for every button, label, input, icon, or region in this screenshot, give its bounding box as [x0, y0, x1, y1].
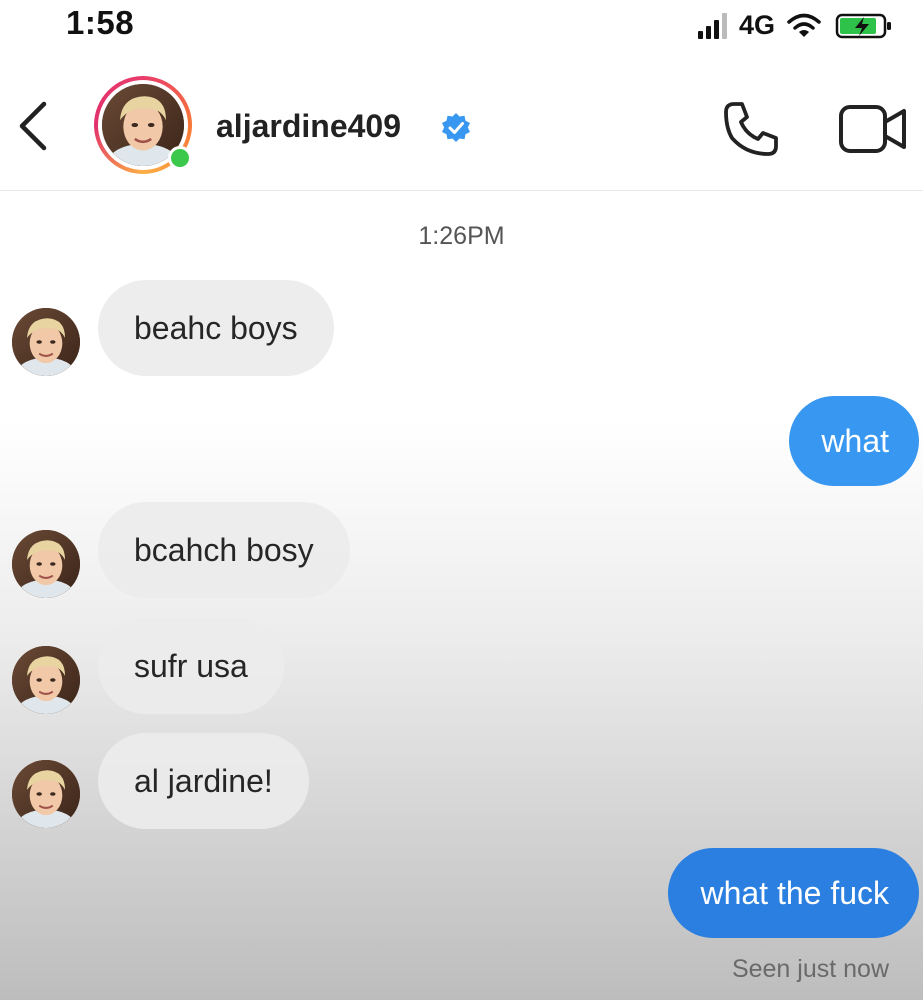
- back-arrow-icon[interactable]: [14, 98, 54, 154]
- sender-avatar[interactable]: [12, 760, 80, 828]
- outgoing-message[interactable]: what the fuck: [668, 848, 919, 938]
- incoming-message[interactable]: al jardine!: [98, 733, 309, 829]
- chat-header: aljardine409: [0, 62, 923, 191]
- signal-icon: [697, 12, 727, 39]
- incoming-message[interactable]: sufr usa: [98, 618, 284, 714]
- seen-status: Seen just now: [731, 955, 889, 983]
- status-time: 1:58: [66, 4, 135, 41]
- online-status-dot: [168, 146, 192, 170]
- message-timestamp: 1:26PM: [418, 222, 505, 250]
- network-label: 4G: [738, 10, 775, 40]
- sender-avatar[interactable]: [12, 646, 80, 714]
- sender-avatar[interactable]: [12, 530, 80, 598]
- status-bar: 1:58 4G: [0, 0, 923, 60]
- username[interactable]: aljardine409: [216, 108, 401, 145]
- wifi-icon: [787, 13, 821, 37]
- outgoing-message[interactable]: what: [789, 396, 919, 486]
- video-camera-icon[interactable]: [838, 102, 908, 156]
- sender-avatar[interactable]: [12, 308, 80, 376]
- phone-icon[interactable]: [720, 98, 782, 160]
- incoming-message[interactable]: beahc boys: [98, 280, 334, 376]
- verified-badge-icon: [442, 113, 470, 142]
- battery-charging-icon: [835, 13, 891, 38]
- status-icons: 4G: [697, 10, 893, 41]
- incoming-message[interactable]: bcahch bosy: [98, 502, 350, 598]
